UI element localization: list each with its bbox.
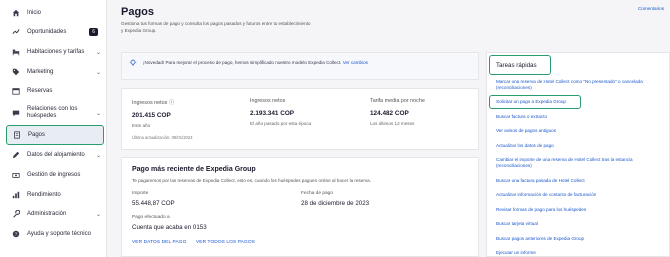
sidebar-item-label: Pagos	[28, 132, 46, 138]
sidebar-item-label: Inicio	[27, 10, 42, 16]
opportunities-badge: 6	[89, 28, 98, 36]
svg-text:?: ?	[15, 232, 18, 238]
sidebar: Inicio Oportunidades 6 Habitaciones y ta…	[0, 0, 107, 257]
sidebar-item-label: Oportunidades	[27, 29, 67, 35]
chat-icon	[11, 108, 21, 118]
quick-task-link[interactable]: Buscar pagos anteriores de Expedia Group	[496, 236, 666, 242]
sidebar-item-reservas[interactable]: Reservas	[6, 86, 104, 96]
sidebar-item-label: Administración	[27, 211, 67, 217]
sidebar-item-label: Marketing	[27, 69, 54, 75]
stat-label: Tarifa media por noche	[370, 98, 425, 104]
quick-task-link[interactable]: Ejecutar un informe	[496, 250, 666, 256]
receipt-icon	[12, 130, 22, 140]
sidebar-item-datos-alojamiento[interactable]: Datos del alojamiento ⌄	[6, 150, 104, 160]
chevron-down-icon: ⌄	[95, 49, 101, 56]
stat-value: 201.415 COP	[132, 112, 171, 119]
chevron-down-icon: ⌄	[95, 110, 101, 117]
stat-net-income-last-year: Ingresos netos 2.193.341 COP El año pasa…	[250, 98, 311, 126]
sidebar-item-label: Ayuda y soporte técnico	[27, 231, 91, 237]
quick-task-link[interactable]: Actualizar los datos de pago	[496, 143, 666, 149]
recent-payment-card: Pago más reciente de Expedia Group Te pa…	[121, 157, 479, 257]
quick-task-link[interactable]: Marcar una reserva de Hotel Collect como…	[496, 79, 666, 91]
last-updated: Última actualización: 09/01/2024	[132, 135, 193, 140]
notice-link[interactable]: Ver cambios	[343, 60, 368, 65]
page-subtitle: Gestiona tus formas de pago y consulta l…	[121, 21, 311, 33]
quick-task-link[interactable]: Buscar tarjeta virtual	[496, 221, 666, 227]
stat-sub: Los últimos 12 meses	[370, 121, 415, 126]
sidebar-item-gestion-ingresos[interactable]: Gestión de ingresos	[6, 170, 104, 180]
quick-tasks-card: Tareas rápidas Marcar una reserva de Hot…	[486, 52, 670, 257]
quick-task-link[interactable]: Buscar una factura pasada de Hotel Colle…	[496, 178, 666, 184]
view-payment-details-button[interactable]: VER DATOS DEL PAGO	[132, 240, 186, 245]
quick-tasks-title: Tareas rápidas	[496, 62, 537, 69]
account-field: Pago efectuado a Cuenta que acaba en 015…	[132, 215, 207, 231]
stat-value: 2.193.341 COP	[250, 110, 295, 117]
stat-sub: Este año	[132, 123, 151, 128]
sidebar-item-inicio[interactable]: Inicio	[6, 8, 104, 18]
bed-icon	[11, 47, 21, 57]
sidebar-item-oportunidades[interactable]: Oportunidades 6	[6, 27, 104, 37]
chevron-down-icon: ⌄	[95, 69, 101, 76]
stat-net-income-this-year: Ingresos netos ⓘ 201.415 COP Este año	[132, 98, 174, 128]
sidebar-item-label: Gestión de ingresos	[27, 172, 81, 178]
stat-value: 124.482 COP	[370, 110, 409, 117]
sidebar-item-label: Rendimiento	[27, 192, 61, 198]
comments-link[interactable]: Comentarios	[638, 6, 664, 11]
chevron-down-icon: ⌄	[95, 211, 101, 218]
lightbulb-icon	[129, 59, 137, 67]
notice-text: ¡Novedad! Para mejorar el proceso de pag…	[143, 60, 383, 67]
sidebar-item-rendimiento[interactable]: Rendimiento	[6, 190, 104, 200]
quick-task-link[interactable]: Cambiar el importe de una reserva de Hot…	[496, 157, 666, 169]
chart-icon	[11, 190, 21, 200]
sidebar-item-marketing[interactable]: Marketing ⌄	[6, 67, 104, 77]
sidebar-item-label: Datos del alojamiento	[27, 152, 85, 158]
calendar-icon	[11, 86, 21, 96]
sidebar-item-relaciones[interactable]: Relaciones con los huéspedes ⌄	[6, 105, 104, 121]
sidebar-item-pagos[interactable]: Pagos	[6, 125, 104, 145]
stat-label: Ingresos netos ⓘ	[132, 100, 175, 106]
quick-task-link[interactable]: Ver avisos de pagos antiguos	[496, 128, 666, 134]
quick-task-link[interactable]: Actualizar información de contacto de fa…	[496, 192, 666, 198]
notice-banner: ¡Novedad! Para mejorar el proceso de pag…	[121, 52, 479, 80]
recent-payment-desc: Te pagaremos por las reservas de Expedia…	[132, 178, 372, 183]
sidebar-item-label: Habitaciones y tarifas	[27, 49, 85, 55]
help-icon: ?	[11, 229, 21, 239]
notice-message: ¡Novedad! Para mejorar el proceso de pag…	[143, 60, 342, 65]
quick-task-link[interactable]: Solicitar un pago a Expedia Group	[496, 99, 666, 105]
chevron-down-icon: ⌄	[95, 152, 101, 159]
sidebar-item-habitaciones[interactable]: Habitaciones y tarifas ⌄	[6, 47, 104, 57]
date-label: Fecha de pago	[301, 191, 334, 196]
stat-sub: El año pasado por esta época	[250, 121, 312, 126]
account-label: Pago efectuado a	[132, 215, 170, 220]
wrench-icon	[11, 209, 21, 219]
quick-task-link[interactable]: Buscar factura o extracto	[496, 114, 666, 120]
home-icon	[11, 8, 21, 18]
sidebar-item-administracion[interactable]: Administración ⌄	[6, 209, 104, 219]
amount-field: Importe 55.448,87 COP	[132, 191, 175, 207]
amount-label: Importe	[132, 191, 149, 196]
edit-icon	[11, 150, 21, 160]
page-title: Pagos	[121, 6, 155, 18]
sidebar-item-ayuda[interactable]: ? Ayuda y soporte técnico	[6, 229, 104, 239]
view-all-payments-button[interactable]: VER TODOS LOS PAGOS	[196, 240, 255, 245]
stats-card: Ingresos netos ⓘ 201.415 COP Este año In…	[121, 88, 479, 150]
quick-task-link[interactable]: Revisar formas de pago para los huéspede…	[496, 207, 666, 213]
trend-icon	[11, 27, 21, 37]
tag-icon	[11, 67, 21, 77]
stat-average-nightly-rate: Tarifa media por noche 124.482 COP Los ú…	[370, 98, 425, 126]
stat-label: Ingresos netos	[250, 98, 286, 104]
sidebar-item-label: Reservas	[27, 88, 53, 94]
amount-value: 55.448,87 COP	[132, 200, 175, 207]
date-value: 28 de diciembre de 2023	[301, 200, 370, 207]
account-value: Cuenta que acaba en 0153	[132, 224, 207, 231]
sidebar-item-label: Relaciones con los huéspedes	[27, 106, 78, 119]
date-field: Fecha de pago 28 de diciembre de 2023	[301, 191, 369, 207]
recent-payment-title: Pago más reciente de Expedia Group	[132, 166, 256, 173]
money-icon	[11, 170, 21, 180]
